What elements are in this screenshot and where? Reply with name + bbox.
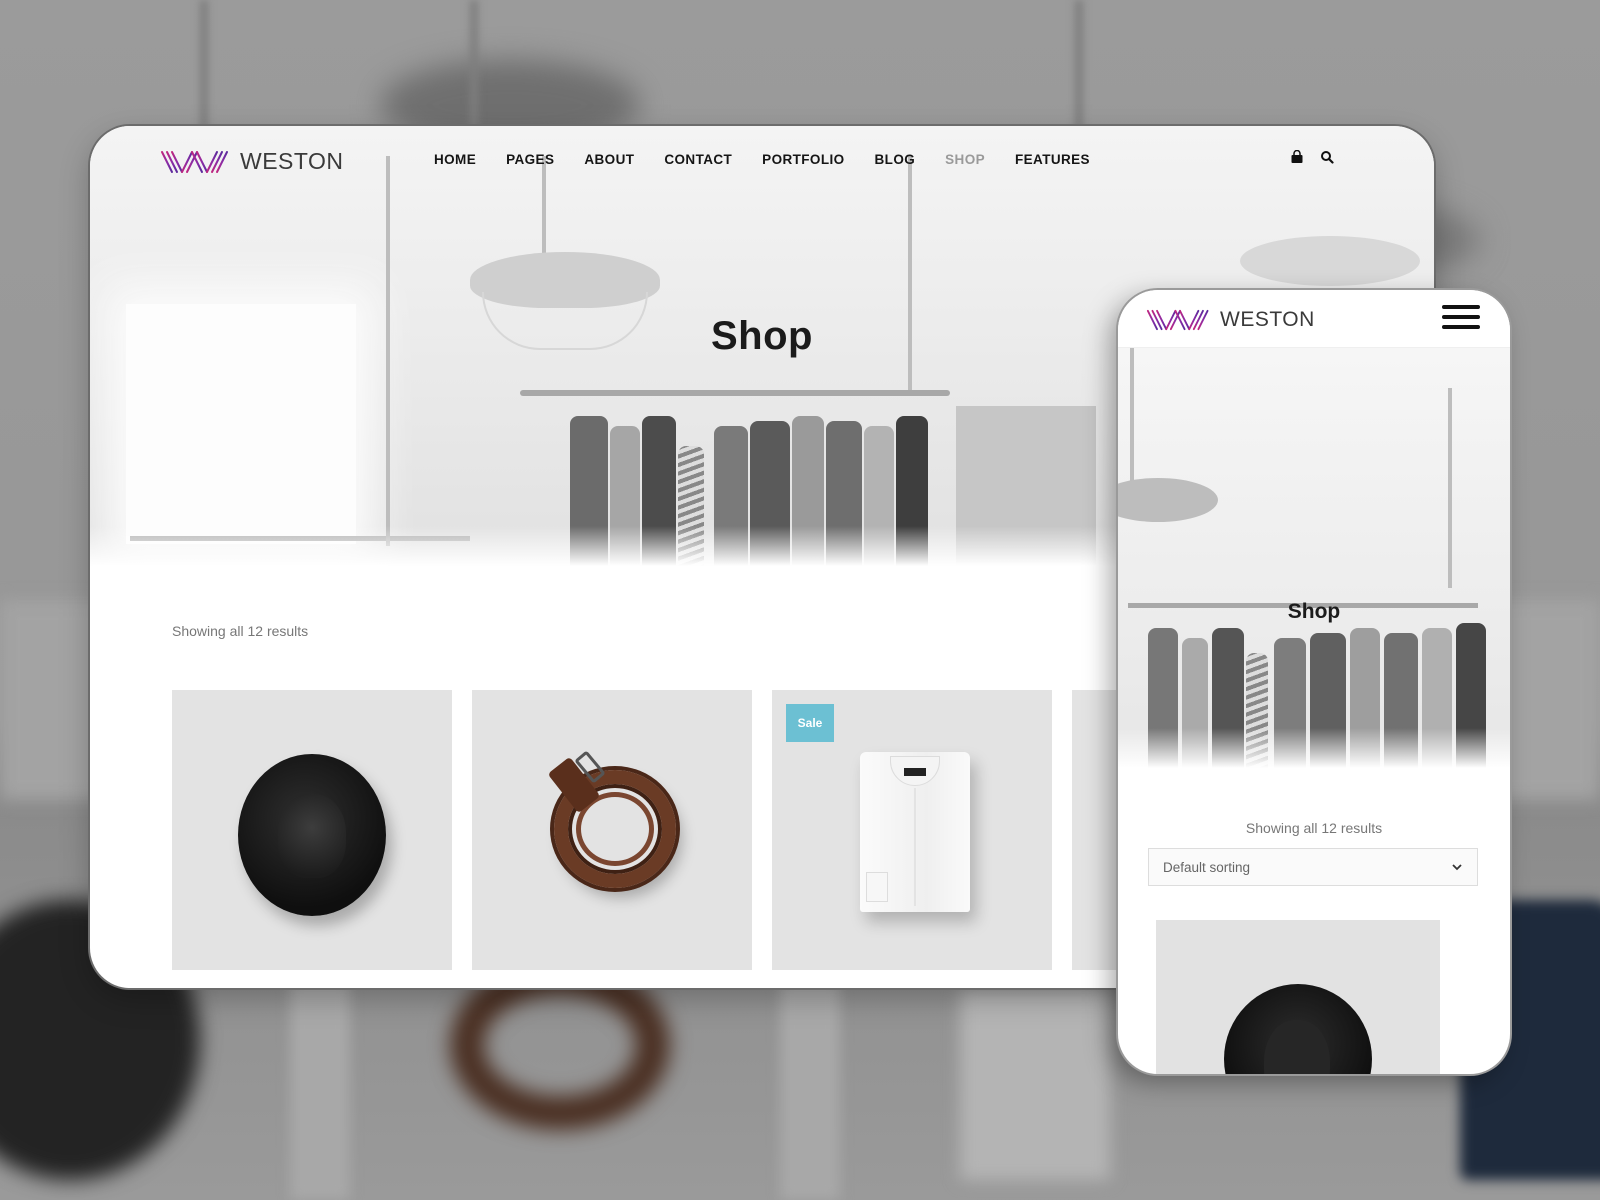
search-icon[interactable] [1320,150,1334,164]
nav-icons [1290,150,1334,164]
product-card-shirt[interactable]: Sale [772,690,1052,970]
background-column [290,980,350,1200]
nav-item-shop[interactable]: SHOP [945,152,985,167]
mobile-hero-banner: Shop [1118,348,1510,768]
nav-item-about[interactable]: ABOUT [584,152,634,167]
sorting-select-value: Default sorting [1163,859,1251,875]
nav-item-features[interactable]: FEATURES [1015,152,1090,167]
hero-fade [1118,728,1510,768]
shirt-image [860,752,970,912]
chevron-down-icon [1452,864,1462,871]
nav-item-home[interactable]: HOME [434,152,476,167]
shopping-bag-icon[interactable] [1290,150,1304,164]
hat-crown [278,794,346,878]
mobile-page-title: Shop [1287,600,1341,623]
hat-crown [1264,1020,1330,1074]
hero-lamp [1240,236,1420,286]
background-shirt [960,990,1110,1180]
product-card-hat[interactable] [172,690,452,970]
nav-item-portfolio[interactable]: PORTFOLIO [762,152,844,167]
logo-text: WESTON [240,148,344,174]
hero-rope [1448,388,1452,588]
hamburger-menu-icon[interactable] [1442,305,1480,329]
sorting-select[interactable]: Default sorting [1148,848,1478,886]
hamburger-line [1442,325,1480,329]
sale-badge: Sale [786,704,834,742]
nav-menu: HOME PAGES ABOUT CONTACT PORTFOLIO BLOG … [434,152,1090,167]
hero-rope [1130,348,1134,488]
hamburger-line [1442,315,1480,319]
mobile-header: WESTON [1118,290,1510,348]
logo-text: WESTON [1220,308,1315,331]
mobile-results-count: Showing all 12 results [1245,820,1383,836]
logo[interactable]: WESTON [160,148,344,175]
hat-image [1224,984,1372,1074]
results-count: Showing all 12 results [172,623,309,639]
mobile-product-card-hat[interactable] [1156,920,1440,1074]
nav-item-blog[interactable]: BLOG [875,152,916,167]
logo-mark-icon [1146,309,1209,331]
main-navigation: WESTON HOME PAGES ABOUT CONTACT PORTFOLI… [90,126,1434,196]
nav-item-contact[interactable]: CONTACT [664,152,732,167]
product-card-belt[interactable] [472,690,752,970]
logo-mark-icon [161,150,228,173]
hat-image [238,754,386,916]
mobile-mockup: WESTON Shop Showing all 12 results Defau… [1118,290,1510,1074]
shirt-cuff [866,872,888,902]
background-rope [470,0,478,140]
shirt-label [904,768,926,776]
hamburger-line [1442,305,1480,309]
shirt-placket [914,788,916,906]
background-rope [200,0,208,140]
background-rope [1075,0,1083,140]
mobile-logo[interactable]: WESTON [1146,308,1315,332]
nav-item-pages[interactable]: PAGES [506,152,554,167]
background-column [780,980,840,1200]
clothing-rail [520,390,950,396]
hero-lamp [1118,478,1218,522]
